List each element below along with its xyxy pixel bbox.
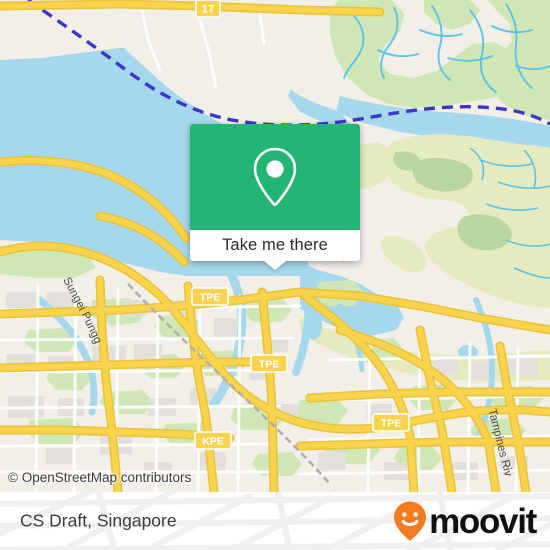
osm-attribution[interactable]: © OpenStreetMap contributors <box>8 470 191 485</box>
take-me-there-label: Take me there <box>222 236 328 254</box>
popup-pointer-tail <box>264 261 286 270</box>
bottom-info-bar: CS Draft, Singapore moovit <box>0 492 550 550</box>
location-popup-card[interactable]: Take me there <box>190 124 360 270</box>
popup-header <box>190 124 360 230</box>
moovit-wordmark: moovit <box>429 501 537 541</box>
map-canvas[interactable]: Sungei Punggol Tampines River 17 TPE <box>0 0 550 492</box>
location-pin-icon <box>253 147 297 206</box>
moovit-map-screen: Sungei Punggol Tampines River 17 TPE <box>0 0 550 550</box>
place-name-label: CS Draft, Singapore <box>20 510 177 531</box>
moovit-brand[interactable]: moovit <box>392 500 537 542</box>
moovit-pin-icon <box>394 501 427 541</box>
popup-action-bar[interactable]: Take me there <box>190 230 360 261</box>
